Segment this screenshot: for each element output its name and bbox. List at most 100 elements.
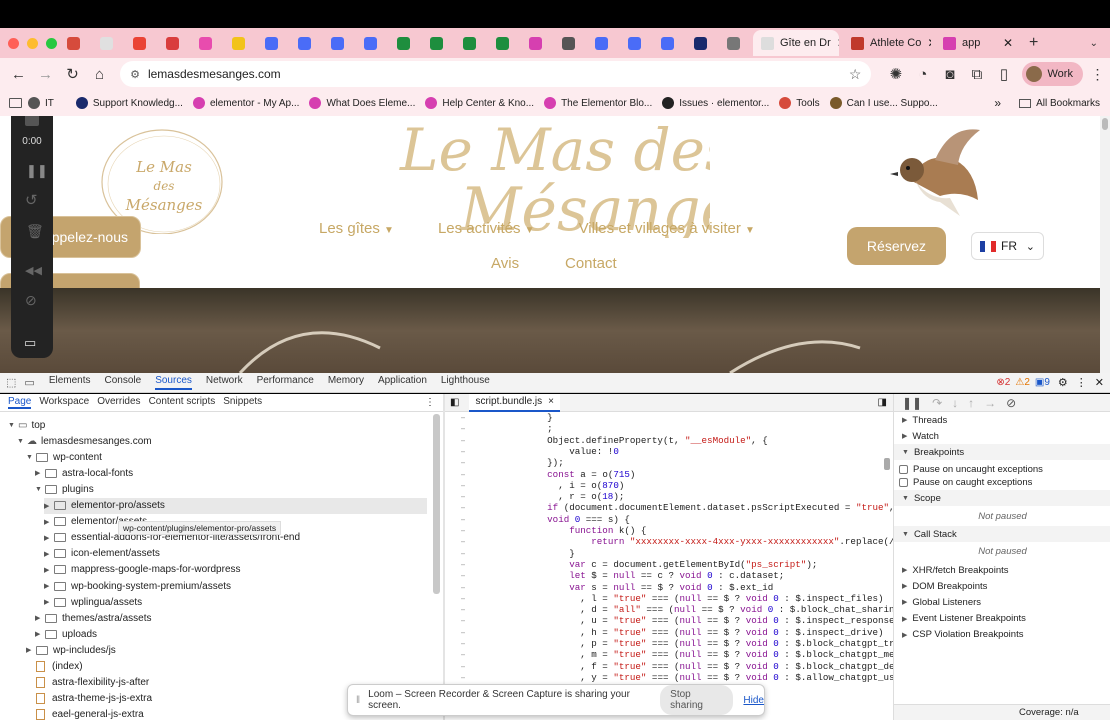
pinned-tab[interactable] [391, 32, 415, 54]
scope-section[interactable]: ▼ Scope [894, 490, 1110, 506]
line-gutter[interactable]: – [445, 469, 481, 480]
extensions-puzzle-icon[interactable]: ⧉ [964, 61, 989, 87]
call-stack-section[interactable]: ▼ Call Stack [894, 526, 1110, 542]
tree-item[interactable]: eael-general-js-extra [26, 707, 144, 720]
tree-expand-icon[interactable]: ▶ [44, 598, 54, 606]
extension-gear-icon[interactable]: ✺ [883, 61, 908, 87]
line-gutter[interactable]: – [445, 570, 481, 581]
tree-expand-icon[interactable]: ▶ [44, 550, 54, 558]
pinned-tab[interactable] [94, 32, 118, 54]
devtools-settings-icon[interactable]: ⚙ [1058, 376, 1068, 389]
tree-item[interactable]: ▼ plugins [35, 481, 94, 497]
tree-item[interactable]: ▶ astra-local-fonts [35, 465, 133, 481]
line-gutter[interactable]: – [445, 525, 481, 536]
pinned-tab[interactable] [127, 32, 151, 54]
loom-camera-icon[interactable]: ▭ [24, 335, 36, 351]
extension-icon[interactable]: ◔ [910, 61, 935, 87]
pause-caught-option[interactable]: Pause on caught exceptions [894, 474, 1110, 490]
tree-item[interactable]: ▶ uploads [35, 626, 97, 642]
editor-scrollbar-thumb[interactable] [884, 458, 890, 470]
menu-dots-icon[interactable]: ⋮ [1085, 61, 1110, 87]
tree-expand-icon[interactable]: ▶ [44, 502, 54, 510]
devtools-close-icon[interactable]: ✕ [1095, 376, 1104, 389]
browser-tab[interactable]: Gîte en Dr✕ [753, 30, 839, 56]
stop-sharing-button[interactable]: Stop sharing [660, 685, 734, 715]
inspect-element-icon[interactable]: ⬚ [6, 376, 16, 389]
pinned-tab[interactable] [160, 32, 184, 54]
line-gutter[interactable]: – [445, 615, 481, 626]
tree-item[interactable]: astra-flexibility-js-after [26, 675, 149, 691]
devtools-tab[interactable]: Performance [257, 375, 314, 390]
nav-les-gites[interactable]: Les gîtes ▼ [319, 220, 394, 237]
minimize-window-button[interactable] [27, 37, 38, 49]
tree-item[interactable]: astra-theme-js-js-extra [26, 691, 152, 707]
tree-item[interactable]: ▶ mappress-google-maps-for-wordpress [44, 562, 241, 578]
close-tab-icon[interactable]: × [548, 396, 554, 407]
line-gutter[interactable]: – [445, 672, 481, 683]
pinned-tab[interactable] [424, 32, 448, 54]
tree-expand-icon[interactable]: ▶ [35, 614, 45, 622]
sources-nav-tab[interactable]: Snippets [223, 396, 262, 409]
devtools-tab[interactable]: Lighthouse [441, 375, 490, 390]
tab-close-icon[interactable]: ✕ [831, 36, 839, 50]
pinned-tab[interactable] [292, 32, 316, 54]
tree-expand-icon[interactable]: ▶ [26, 646, 36, 654]
more-bookmarks-icon[interactable]: » [994, 96, 1001, 110]
line-gutter[interactable]: – [445, 627, 481, 638]
editor-tab[interactable]: script.bundle.js × [469, 393, 560, 412]
line-gutter[interactable]: – [445, 446, 481, 457]
pinned-tab[interactable] [259, 32, 283, 54]
bookmark-item[interactable]: Support Knowledg... [75, 97, 183, 109]
debugger-section[interactable]: ▶ Event Listener Breakpoints [894, 611, 1110, 627]
line-gutter[interactable]: – [445, 423, 481, 434]
line-gutter[interactable]: – [445, 536, 481, 547]
sources-nav-tab[interactable]: Page [8, 396, 32, 409]
line-gutter[interactable]: – [445, 514, 481, 525]
address-bar[interactable]: ⚙ lemasdesmesanges.com ☆ [120, 61, 872, 87]
nav-les-activites[interactable]: Les activités ▼ [438, 220, 535, 237]
nav-avis[interactable]: Avis [491, 255, 519, 272]
devtools-tab[interactable]: Console [105, 375, 142, 390]
pause-uncaught-checkbox[interactable] [899, 464, 908, 474]
pinned-tab[interactable] [655, 32, 679, 54]
all-bookmarks[interactable]: All Bookmarks [1019, 98, 1100, 109]
debugger-section[interactable]: ▶ XHR/fetch Breakpoints [894, 562, 1110, 578]
pinned-tab[interactable] [457, 32, 481, 54]
debugger-section[interactable]: ▶ Global Listeners [894, 594, 1110, 610]
nav-contact[interactable]: Contact [565, 255, 617, 272]
debugger-section[interactable]: ▶ CSP Violation Breakpoints [894, 627, 1110, 643]
tree-scrollbar-thumb[interactable] [433, 414, 440, 594]
loom-pause-icon[interactable]: ❚❚ [26, 163, 48, 179]
loom-blur-icon[interactable]: ⊘ [25, 292, 37, 309]
tree-expand-icon[interactable]: ▶ [44, 566, 54, 574]
pinned-tab[interactable] [622, 32, 646, 54]
line-gutter[interactable]: – [445, 559, 481, 570]
step-icon[interactable]: → [984, 396, 996, 410]
pause-icon[interactable]: ❚❚ [902, 396, 922, 410]
step-into-icon[interactable]: ↓ [952, 396, 958, 410]
line-gutter[interactable]: – [445, 649, 481, 660]
drag-handle-icon[interactable]: ‖ [356, 695, 360, 706]
loom-delete-icon[interactable]: 🗑 [26, 223, 44, 240]
back-icon[interactable]: ← [6, 61, 31, 87]
step-out-icon[interactable]: ↑ [968, 396, 974, 410]
pinned-tab[interactable] [589, 32, 613, 54]
tree-expand-icon[interactable]: ▶ [35, 469, 45, 477]
tree-expand-icon[interactable]: ▶ [44, 582, 54, 590]
step-over-icon[interactable]: ↷ [932, 396, 942, 410]
issues-count[interactable]: ▣9 [1035, 377, 1050, 388]
sources-nav-tab[interactable]: Workspace [39, 396, 89, 409]
pinned-tab[interactable] [61, 32, 85, 54]
reserve-button[interactable]: Réservez [847, 227, 946, 265]
pinned-tab[interactable] [490, 32, 514, 54]
profile-button[interactable]: Work [1022, 62, 1083, 86]
tab-close-icon[interactable]: ✕ [921, 36, 931, 50]
devtools-tab[interactable]: Memory [328, 375, 364, 390]
line-gutter[interactable]: – [445, 502, 481, 513]
tree-item[interactable]: ▼ wp-content [26, 449, 102, 465]
reload-icon[interactable]: ↻ [60, 61, 85, 87]
loom-stop-icon[interactable] [25, 116, 39, 126]
warning-count[interactable]: ⚠2 [1015, 377, 1030, 388]
tree-expand-icon[interactable]: ▶ [44, 518, 54, 526]
close-window-button[interactable] [8, 37, 19, 49]
